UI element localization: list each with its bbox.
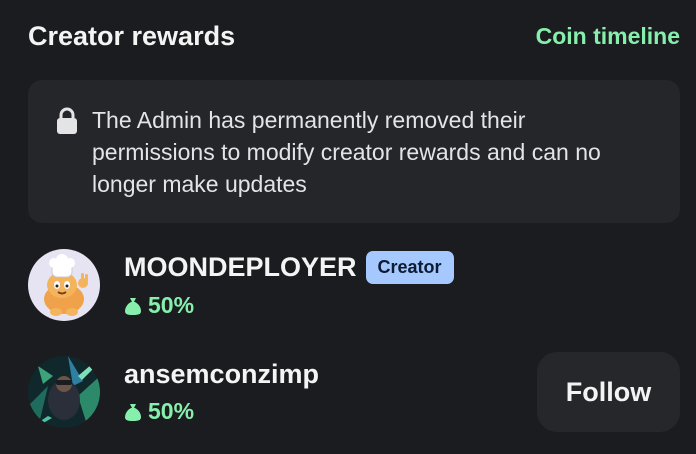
notice-text: The Admin has permanently removed their …	[92, 107, 601, 197]
character-art-avatar-image	[28, 356, 100, 428]
money-bag-icon	[125, 403, 141, 421]
share-row: 50%	[124, 292, 680, 319]
username[interactable]: ansemconzimp	[124, 359, 319, 390]
user-row: MOONDEPLOYER Creator 50%	[28, 247, 680, 323]
share-row: 50%	[124, 398, 537, 425]
header: Creator rewards Coin timeline	[28, 18, 680, 54]
reward-share: 50%	[148, 292, 195, 318]
coin-timeline-link[interactable]: Coin timeline	[536, 23, 680, 50]
user-info: MOONDEPLOYER Creator 50%	[124, 251, 680, 319]
name-row: MOONDEPLOYER Creator	[124, 251, 680, 284]
user-info: ansemconzimp 50%	[124, 359, 537, 425]
panel-title: Creator rewards	[28, 20, 236, 51]
permissions-notice: The Admin has permanently removed their …	[28, 80, 680, 223]
follow-button[interactable]: Follow	[537, 352, 680, 432]
username[interactable]: MOONDEPLOYER	[124, 252, 357, 283]
avatar[interactable]	[28, 356, 100, 428]
creator-rewards-panel: Creator rewards Coin timeline The Admin …	[0, 0, 696, 454]
name-row: ansemconzimp	[124, 359, 537, 390]
lock-icon	[57, 107, 77, 134]
reward-share: 50%	[148, 398, 195, 424]
creator-badge: Creator	[365, 251, 454, 284]
user-row: ansemconzimp 50% Follow	[28, 352, 680, 432]
chef-mascot-avatar-image	[28, 249, 100, 321]
avatar[interactable]	[28, 249, 100, 321]
money-bag-icon	[125, 297, 141, 315]
